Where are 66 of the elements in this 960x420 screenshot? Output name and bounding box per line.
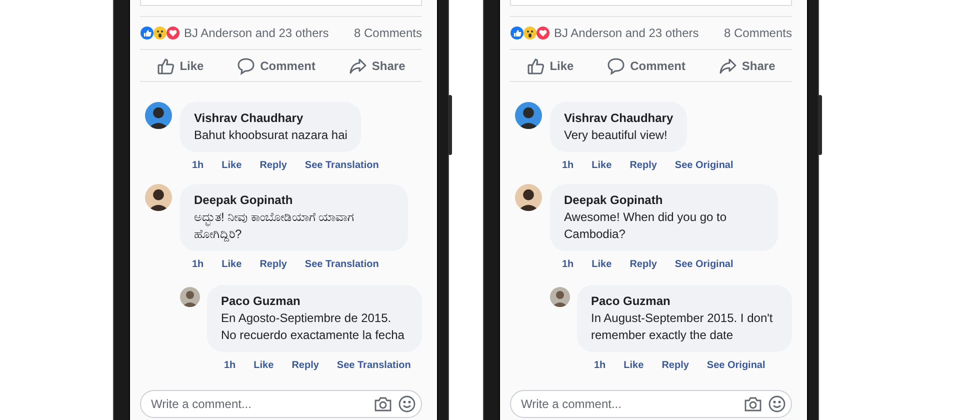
reply-link[interactable]: Reply [260,258,287,271]
reactions-icon [510,26,550,40]
camera-icon[interactable] [374,396,392,412]
avatar-icon [550,287,570,307]
share-arrow-icon [718,56,737,74]
comment-text: In August-September 2015. I don't remember exactly the date [591,310,774,344]
avatar-icon [145,102,172,129]
like-link[interactable]: Like [624,359,644,372]
smiley-icon[interactable] [768,395,786,413]
like-link[interactable]: Like [592,258,612,271]
reply-link[interactable]: Reply [260,159,287,172]
comment-time: 1h [562,159,574,172]
share-arrow-icon [348,56,367,74]
reply-link[interactable]: Reply [630,258,657,271]
comment-count[interactable]: 8 Comments [724,26,792,40]
translation-link[interactable]: See Translation [304,159,379,172]
comment-author[interactable]: Vishrav Chaudhary [564,110,674,127]
comment-text: En Agosto-Septiembre de 2015. No recuerdo exactamente la fecha [221,310,406,344]
reply-link[interactable]: Reply [662,359,689,372]
avatar-icon [515,184,542,211]
comment-text: Awesome! When did you go to Cambodia? [564,209,728,243]
comment-time: 1h [224,359,236,372]
like-link[interactable]: Like [222,159,242,172]
reactions-summary[interactable]: BJ Anderson and 23 others [184,26,329,40]
comment-author[interactable]: Paco Guzman [221,293,408,310]
like-link[interactable]: Like [222,258,242,271]
comment-text: ಅದ್ಭುತ! ನೀವು ಕಾಂಬೋಡಿಯಾಗೆ ಯಾವಾಗ ಹೋಗಿದ್ದಿರಿ? [194,209,354,243]
share-button[interactable]: Share [718,56,776,74]
like-button[interactable]: Like [156,56,204,74]
translation-link[interactable]: See Original [674,258,734,271]
avatar-icon [180,287,200,307]
reactions-summary[interactable]: BJ Anderson and 23 others [554,26,699,40]
reactions-icon [140,26,180,40]
comment-time: 1h [192,159,204,172]
translation-link[interactable]: See Translation [336,359,411,372]
comment-author[interactable]: Deepak Gopinath [194,192,394,209]
like-link[interactable]: Like [254,359,274,372]
comment-author[interactable]: Paco Guzman [591,293,778,310]
comment-text: Very beautiful view! [564,127,668,144]
comment-button[interactable]: Comment [237,56,316,74]
comment-input[interactable]: Write a comment... [140,390,422,418]
share-button[interactable]: Share [348,56,406,74]
translation-link[interactable]: See Original [706,359,766,372]
translation-link[interactable]: See Original [674,159,734,172]
like-button[interactable]: Like [526,56,574,74]
comment-time: 1h [192,258,204,271]
smiley-icon[interactable] [398,395,416,413]
comment-time: 1h [594,359,606,372]
comment-count[interactable]: 8 Comments [354,26,422,40]
thumbs-up-icon [526,56,545,74]
speech-bubble-icon [607,56,626,74]
camera-icon[interactable] [744,396,762,412]
comment-text: Bahut khoobsurat nazara hai [194,127,348,144]
avatar-icon [145,184,172,211]
like-link[interactable]: Like [592,159,612,172]
thumbs-up-icon [156,56,175,74]
comment-button[interactable]: Comment [607,56,686,74]
avatar-icon [515,102,542,129]
reply-link[interactable]: Reply [630,159,657,172]
comment-author[interactable]: Vishrav Chaudhary [194,110,348,127]
translation-link[interactable]: See Translation [304,258,379,271]
comment-time: 1h [562,258,574,271]
comment-input[interactable]: Write a comment... [510,390,792,418]
comment-author[interactable]: Deepak Gopinath [564,192,764,209]
speech-bubble-icon [237,56,256,74]
reply-link[interactable]: Reply [292,359,319,372]
